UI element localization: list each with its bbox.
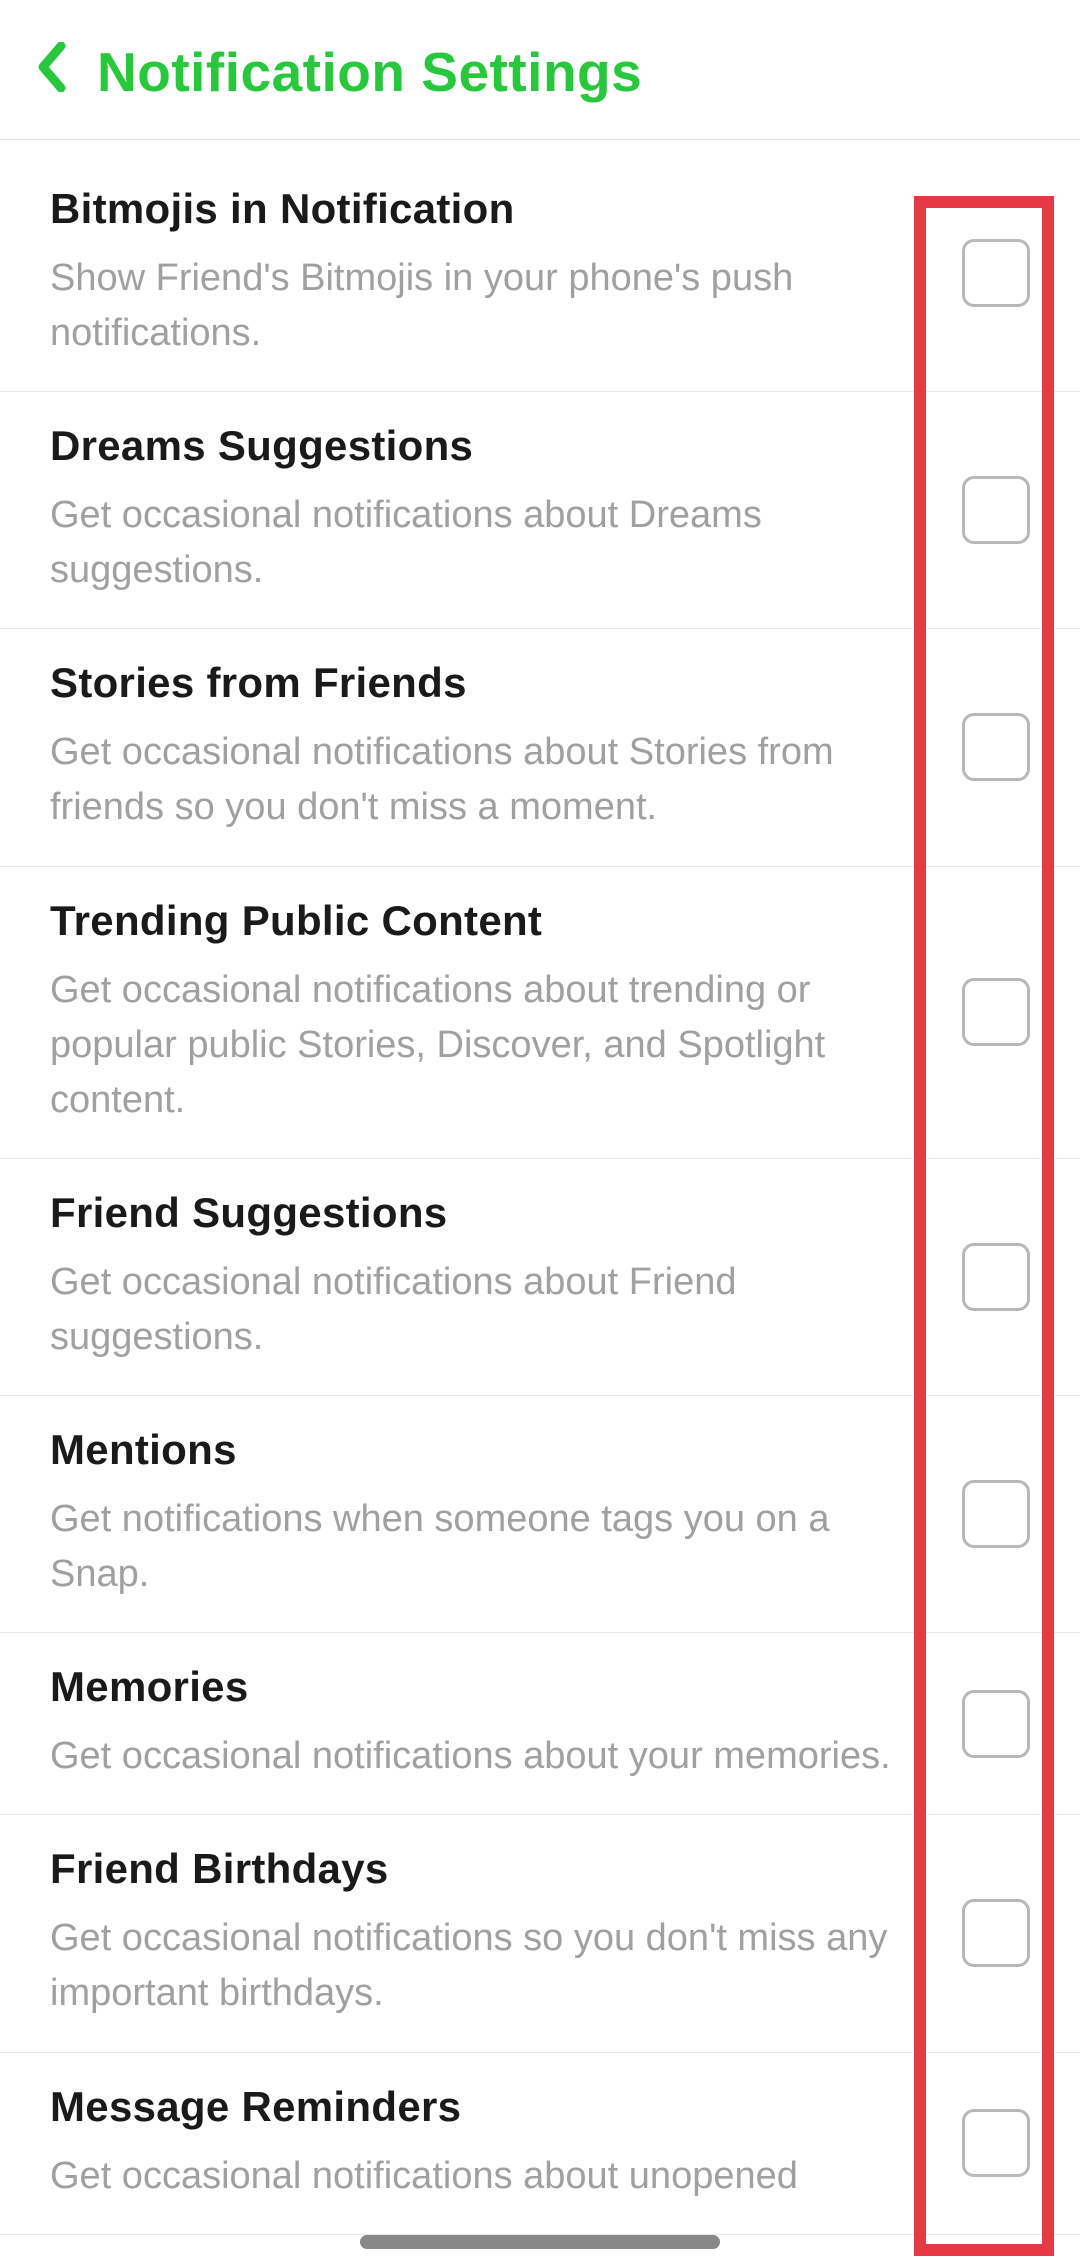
setting-item-mentions[interactable]: Mentions Get notifications when someone … bbox=[0, 1396, 1080, 1633]
setting-item-trending[interactable]: Trending Public Content Get occasional n… bbox=[0, 867, 1080, 1159]
setting-description: Show Friend's Bitmojis in your phone's p… bbox=[50, 251, 922, 361]
checkbox-dreams[interactable] bbox=[962, 476, 1030, 544]
setting-description: Get occasional notifications about your … bbox=[50, 1729, 922, 1784]
setting-text: Stories from Friends Get occasional noti… bbox=[50, 659, 962, 835]
page-title: Notification Settings bbox=[97, 40, 642, 104]
checkbox-bitmojis[interactable] bbox=[962, 239, 1030, 307]
setting-text: Message Reminders Get occasional notific… bbox=[50, 2083, 962, 2204]
setting-title: Trending Public Content bbox=[50, 897, 922, 945]
checkbox-message-reminders[interactable] bbox=[962, 2109, 1030, 2177]
setting-text: Dreams Suggestions Get occasional notifi… bbox=[50, 422, 962, 598]
back-chevron-icon[interactable] bbox=[35, 42, 67, 102]
setting-title: Friend Birthdays bbox=[50, 1845, 922, 1893]
setting-title: Memories bbox=[50, 1663, 922, 1711]
setting-text: Memories Get occasional notifications ab… bbox=[50, 1663, 962, 1784]
setting-title: Message Reminders bbox=[50, 2083, 922, 2131]
setting-description: Get occasional notifications about Stori… bbox=[50, 725, 922, 835]
setting-title: Stories from Friends bbox=[50, 659, 922, 707]
checkbox-trending[interactable] bbox=[962, 978, 1030, 1046]
setting-item-memories[interactable]: Memories Get occasional notifications ab… bbox=[0, 1633, 1080, 1815]
header: Notification Settings bbox=[0, 0, 1080, 139]
setting-title: Dreams Suggestions bbox=[50, 422, 922, 470]
setting-description: Get occasional notifications so you don'… bbox=[50, 1911, 922, 2021]
setting-description: Get occasional notifications about Dream… bbox=[50, 488, 922, 598]
setting-title: Bitmojis in Notification bbox=[50, 185, 922, 233]
setting-description: Get occasional notifications about trend… bbox=[50, 963, 922, 1128]
setting-item-bitmojis[interactable]: Bitmojis in Notification Show Friend's B… bbox=[0, 180, 1080, 392]
setting-text: Mentions Get notifications when someone … bbox=[50, 1426, 962, 1602]
setting-description: Get notifications when someone tags you … bbox=[50, 1492, 922, 1602]
checkbox-memories[interactable] bbox=[962, 1690, 1030, 1758]
setting-text: Friend Birthdays Get occasional notifica… bbox=[50, 1845, 962, 2021]
checkbox-birthdays[interactable] bbox=[962, 1899, 1030, 1967]
setting-text: Friend Suggestions Get occasional notifi… bbox=[50, 1189, 962, 1365]
setting-description: Get occasional notifications about unope… bbox=[50, 2149, 922, 2204]
setting-item-dreams[interactable]: Dreams Suggestions Get occasional notifi… bbox=[0, 392, 1080, 629]
setting-item-friend-suggestions[interactable]: Friend Suggestions Get occasional notifi… bbox=[0, 1159, 1080, 1396]
setting-description: Get occasional notifications about Frien… bbox=[50, 1255, 922, 1365]
checkbox-mentions[interactable] bbox=[962, 1480, 1030, 1548]
checkbox-friend-suggestions[interactable] bbox=[962, 1243, 1030, 1311]
setting-text: Bitmojis in Notification Show Friend's B… bbox=[50, 185, 962, 361]
setting-item-message-reminders[interactable]: Message Reminders Get occasional notific… bbox=[0, 2053, 1080, 2235]
setting-title: Friend Suggestions bbox=[50, 1189, 922, 1237]
setting-title: Mentions bbox=[50, 1426, 922, 1474]
setting-text: Trending Public Content Get occasional n… bbox=[50, 897, 962, 1128]
home-indicator bbox=[360, 2235, 720, 2249]
checkbox-stories[interactable] bbox=[962, 713, 1030, 781]
setting-item-stories[interactable]: Stories from Friends Get occasional noti… bbox=[0, 629, 1080, 866]
setting-item-birthdays[interactable]: Friend Birthdays Get occasional notifica… bbox=[0, 1815, 1080, 2052]
settings-list: Bitmojis in Notification Show Friend's B… bbox=[0, 140, 1080, 2235]
